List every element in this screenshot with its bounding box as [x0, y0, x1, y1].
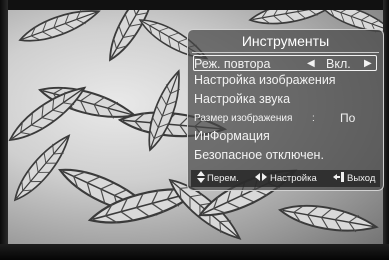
- menu-item-label: Безопасное отключен.: [194, 148, 324, 162]
- menu-item-label: Размер изображения: [194, 113, 293, 124]
- up-down-icon: [197, 170, 205, 187]
- menu-item-safe-remove[interactable]: Безопасное отключен.: [194, 147, 377, 164]
- tv-bezel-left: [0, 0, 8, 260]
- menu-item-value: Вкл.: [326, 57, 351, 71]
- menu-item-picture-settings[interactable]: Настройка изображения: [194, 72, 377, 89]
- menu-item-label: Настройка звука: [194, 92, 291, 106]
- menu-footer-hints: Перем. Настройка Выход: [191, 170, 380, 187]
- menu-item-label: Реж. повтора: [194, 57, 271, 71]
- tools-menu: Инструменты Реж. повтора ◀ Вкл. ▶ Настро…: [187, 29, 384, 191]
- move-hint-label: Перем.: [207, 173, 239, 184]
- arrow-right-icon[interactable]: ▶: [364, 56, 372, 72]
- menu-item-colon: :: [312, 113, 315, 124]
- menu-item-repeat-mode[interactable]: Реж. повтора ◀ Вкл. ▶: [193, 55, 377, 71]
- exit-icon: [333, 170, 345, 187]
- exit-hint-label: Выход: [347, 173, 376, 184]
- tv-bezel-bottom: [0, 244, 389, 260]
- menu-title: Инструменты: [241, 33, 330, 49]
- title-divider: [192, 52, 379, 53]
- menu-item-picture-size[interactable]: Размер изображения : По: [194, 110, 377, 127]
- left-right-icon: [255, 170, 267, 187]
- menu-item-information[interactable]: ИнФормация: [194, 128, 377, 145]
- menu-item-label: ИнФормация: [194, 129, 270, 143]
- tv-bezel-top: [0, 0, 389, 10]
- menu-item-label: Настройка изображения: [194, 73, 336, 87]
- arrow-left-icon[interactable]: ◀: [307, 56, 315, 72]
- adjust-hint-label: Настройка: [270, 173, 317, 184]
- menu-item-value: По: [340, 111, 356, 125]
- menu-item-sound-settings[interactable]: Настройка звука: [194, 91, 377, 108]
